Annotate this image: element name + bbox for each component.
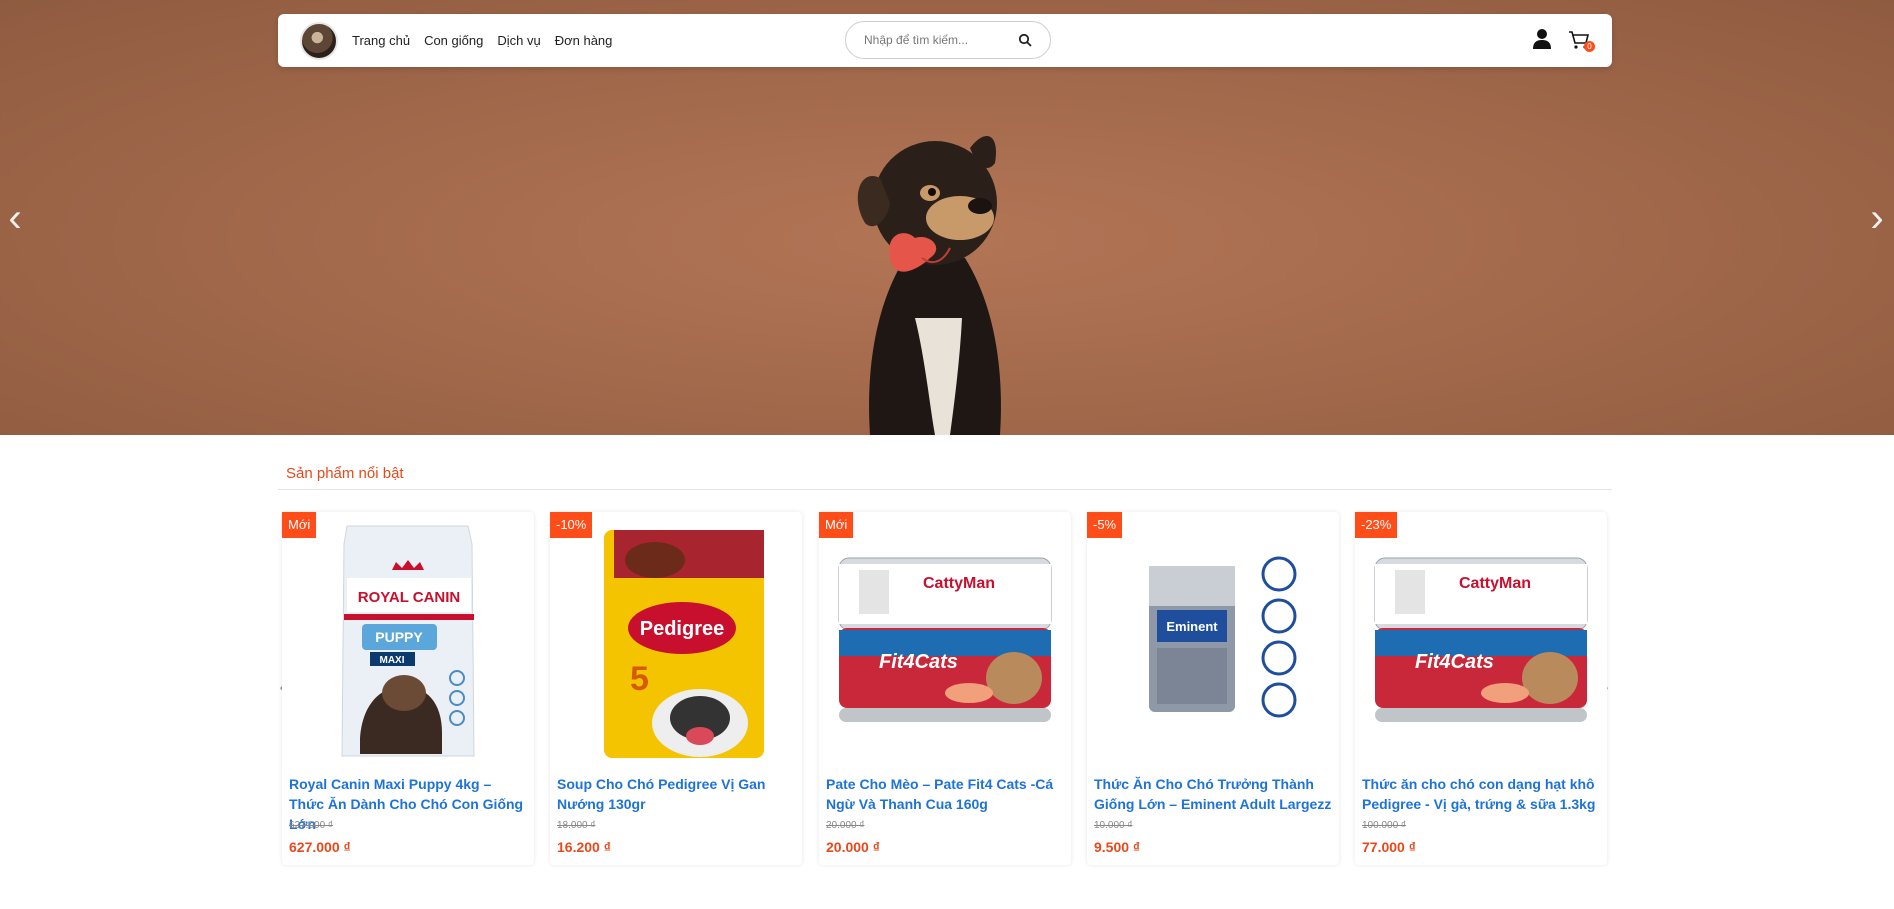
featured-section-header: Sản phẩm nổi bật xyxy=(278,458,1612,490)
package-brand-text: ROYAL CANIN xyxy=(358,589,461,606)
product-carousel: ROYAL CANIN PUPPY MAXI Mới Royal Canin M… xyxy=(282,512,1610,865)
package-product-text: Fit4Cats xyxy=(1415,651,1494,673)
product-badge: Mới xyxy=(819,512,854,538)
chevron-left-icon: ‹ xyxy=(8,196,22,240)
section-title: Sản phẩm nổi bật xyxy=(286,465,404,482)
package-number-text: 5 xyxy=(630,660,649,698)
product-image: CattyMan Fit4Cats xyxy=(838,557,1052,722)
product-image: Pedigree 5 xyxy=(604,530,764,758)
product-old-price: 10.000 ₫ xyxy=(1094,820,1133,831)
nav-orders[interactable]: Đơn hàng xyxy=(555,33,613,48)
logo[interactable] xyxy=(300,21,338,60)
product-old-price: 20.000 ₫ xyxy=(826,820,865,831)
package-brand-text: Eminent xyxy=(1166,619,1218,634)
nav-home[interactable]: Trang chủ xyxy=(352,33,410,48)
top-navbar: Trang chủ Con giống Dịch vụ Đơn hàng 0 xyxy=(278,14,1612,67)
nav-breeds[interactable]: Con giống xyxy=(424,33,483,48)
product-card[interactable]: CattyMan Fit4Cats -23% Thức ăn cho chó c… xyxy=(1355,512,1607,865)
product-price: 627.000 ₫ xyxy=(289,839,351,855)
hero-prev-button[interactable]: ‹ xyxy=(0,198,30,238)
product-name[interactable]: Soup Cho Chó Pedigree Vị Gan Nướng 130gr xyxy=(557,774,797,814)
search-box xyxy=(845,21,1051,59)
dog-image xyxy=(857,136,1001,435)
search-input[interactable] xyxy=(864,33,1014,47)
nav-services[interactable]: Dịch vụ xyxy=(497,33,540,48)
product-price: 20.000 ₫ xyxy=(826,839,880,855)
product-image: CattyMan Fit4Cats xyxy=(1374,557,1588,722)
package-size-text: MAXI xyxy=(380,655,405,666)
hero-next-button[interactable]: › xyxy=(1862,198,1892,238)
product-card[interactable]: Pedigree 5 -10% Soup Cho Chó Pedigree Vị… xyxy=(550,512,802,865)
product-image: Eminent xyxy=(1149,556,1297,718)
product-badge: -5% xyxy=(1087,512,1123,538)
nav-links: Trang chủ Con giống Dịch vụ Đơn hàng xyxy=(352,33,626,48)
product-badge: Mới xyxy=(282,512,317,538)
product-price: 16.200 ₫ xyxy=(557,839,611,855)
package-brand-text: Pedigree xyxy=(640,618,724,640)
product-name[interactable]: Thức Ăn Cho Chó Trưởng Thành Giống Lớn –… xyxy=(1094,774,1334,814)
product-old-price: 100.000 ₫ xyxy=(1362,820,1407,831)
chevron-right-icon: › xyxy=(1870,196,1884,240)
package-variant-text: PUPPY xyxy=(375,629,423,645)
package-brand-text: CattyMan xyxy=(1459,575,1531,592)
cart-count-badge: 0 xyxy=(1584,41,1595,52)
product-card[interactable]: CattyMan Fit4Cats Mới Pate Cho Mèo – Pat… xyxy=(819,512,1071,865)
product-badge: -23% xyxy=(1355,512,1398,538)
product-name[interactable]: Thức ăn cho chó con dạng hạt khô Pedigre… xyxy=(1362,774,1602,814)
product-price: 77.000 ₫ xyxy=(1362,839,1416,855)
search-icon[interactable] xyxy=(1018,33,1032,47)
package-product-text: Fit4Cats xyxy=(879,651,958,673)
product-image: ROYAL CANIN PUPPY MAXI xyxy=(341,525,475,757)
product-name[interactable]: Pate Cho Mèo – Pate Fit4 Cats -Cá Ngừ Và… xyxy=(826,774,1066,814)
product-old-price: 627.000 ₫ xyxy=(289,820,334,831)
user-icon[interactable] xyxy=(1532,28,1552,50)
product-price: 9.500 ₫ xyxy=(1094,839,1141,855)
product-old-price: 18.000 ₫ xyxy=(557,820,596,831)
product-card[interactable]: Eminent -5% Thức Ăn Cho Chó Trưởng Thành… xyxy=(1087,512,1339,865)
product-badge: -10% xyxy=(550,512,593,538)
product-card[interactable]: ROYAL CANIN PUPPY MAXI Mới Royal Canin M… xyxy=(282,512,534,865)
package-brand-text: CattyMan xyxy=(923,575,995,592)
